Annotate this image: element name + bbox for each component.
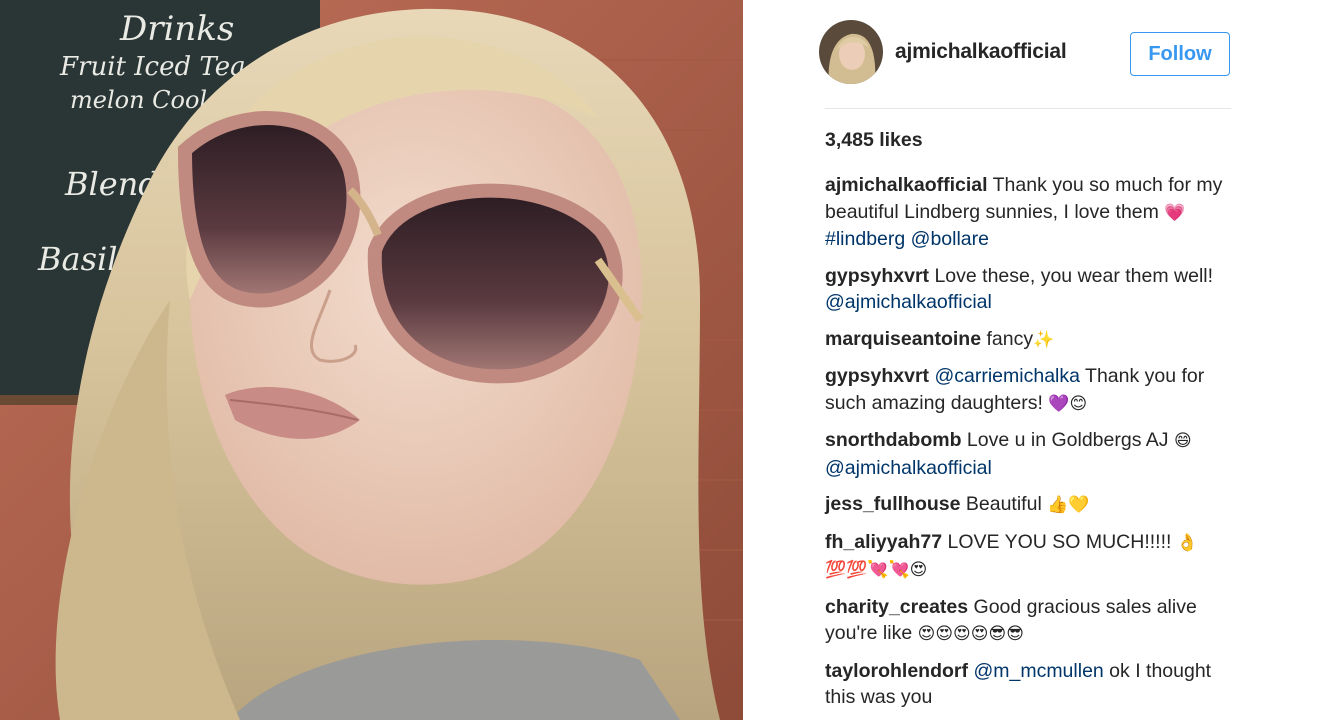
post-photo[interactable]: Drinks Fruit Iced Tea melon Cooler Blend… — [0, 0, 743, 720]
comment: snorthdabomb Love u in Goldbergs AJ 😄 @a… — [825, 427, 1237, 481]
comment-mention[interactable]: @m_mcmullen — [973, 660, 1103, 682]
comment-text: fancy — [981, 327, 1034, 350]
comment-emoji: 💜😊 — [1048, 393, 1088, 414]
comment-text: Beautiful — [960, 493, 1048, 515]
comments-list: ajmichalkaofficial Thank you so much for… — [825, 172, 1237, 720]
post-details-panel: ajmichalkaofficial Follow 3,485 likes aj… — [743, 0, 1320, 720]
comment-emoji: 😍😍😍😍😎😎 — [917, 624, 1024, 644]
post-username[interactable]: ajmichalkaofficial — [895, 40, 1067, 64]
comment-username[interactable]: snorthdabomb — [825, 429, 962, 451]
comment-username[interactable]: fh_aliyyah77 — [825, 531, 942, 553]
comment: jess_fullhouse Beautiful 👍💛 — [825, 491, 1237, 519]
comment-emoji: 💗 — [1164, 202, 1186, 223]
comment-text: Love u in Goldbergs AJ — [961, 429, 1174, 451]
avatar-image — [819, 20, 883, 84]
comment-tags[interactable]: #lindberg @bollare — [825, 228, 989, 250]
photo-image: Drinks Fruit Iced Tea melon Cooler Blend… — [0, 0, 743, 720]
comment-emoji: ✨ — [1033, 329, 1055, 350]
comment: gypsyhxvrt Love these, you wear them wel… — [825, 263, 1237, 316]
comment-username[interactable]: charity_creates — [825, 596, 968, 618]
comment-username[interactable]: ajmichalkaofficial — [825, 174, 988, 196]
comment-username[interactable]: gypsyhxvrt — [825, 265, 929, 287]
comment-emoji: 😄 — [1173, 431, 1192, 451]
comment-text: LOVE YOU SO MUCH!!!!! — [942, 530, 1177, 553]
comment: charity_creates Good gracious sales aliv… — [825, 594, 1237, 648]
post-header: ajmichalkaofficial Follow — [819, 20, 1231, 88]
comment: marquiseantoine fancy✨ — [825, 326, 1237, 354]
comment-mention[interactable]: @carriemichalka — [934, 365, 1080, 387]
comment-tags[interactable]: @ajmichalkaofficial — [825, 457, 992, 479]
comment-username[interactable]: gypsyhxvrt — [825, 365, 929, 387]
comment: ajmichalkaofficial Thank you so much for… — [825, 172, 1237, 253]
comment: gypsyhxvrt @carriemichalka Thank you for… — [825, 363, 1237, 417]
comment: fh_aliyyah77 LOVE YOU SO MUCH!!!!! 👌💯💯💘💘… — [825, 529, 1237, 584]
chalk-text-tea: Fruit Iced Tea — [59, 52, 246, 82]
likes-count[interactable]: 3,485 likes — [825, 129, 923, 152]
comment-username[interactable]: taylorohlendorf — [825, 660, 968, 682]
chalk-text-drinks: Drinks — [119, 9, 234, 49]
comment-username[interactable]: marquiseantoine — [825, 328, 981, 350]
comment-username[interactable]: jess_fullhouse — [825, 493, 960, 515]
comment-emoji: 👍💛 — [1047, 495, 1090, 515]
comment-text: Love these, you wear them well! — [929, 264, 1214, 287]
comment-tags[interactable]: @ajmichalkaofficial — [825, 291, 992, 313]
header-divider — [825, 108, 1231, 109]
comment: taylorohlendorf @m_mcmullen ok I thought… — [825, 658, 1237, 711]
follow-button[interactable]: Follow — [1130, 32, 1230, 76]
avatar[interactable] — [819, 20, 883, 84]
chalk-text-basil: Basil — [37, 240, 117, 278]
